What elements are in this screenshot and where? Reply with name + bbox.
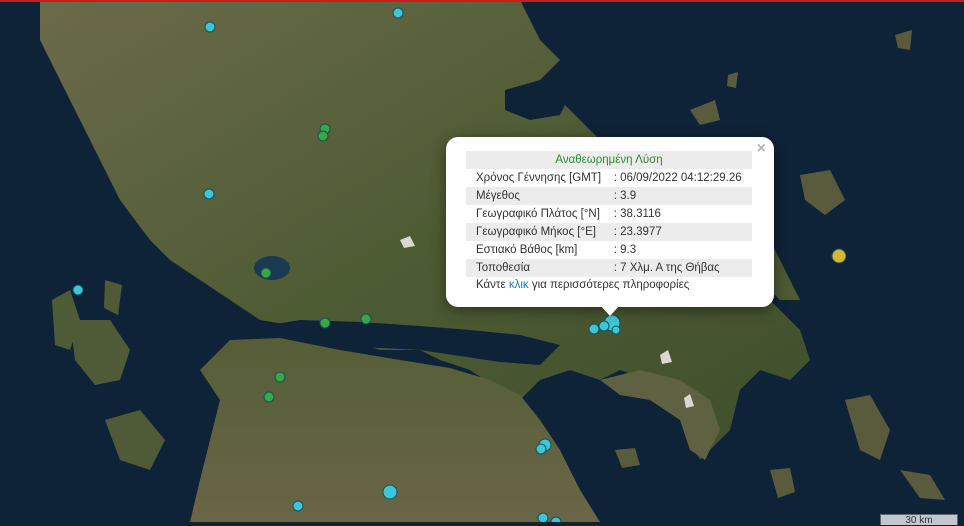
detail-label: Χρόνος Γέννησης [GMT]: [476, 172, 602, 184]
more-info-suffix: για περισσότερες πληροφορίες: [531, 279, 690, 291]
quake-marker[interactable]: [292, 500, 304, 512]
detail-row-location: Τοποθεσία : 7 Χλμ. Α της Θήβας: [466, 259, 752, 277]
quake-marker[interactable]: [831, 248, 847, 264]
more-info-prefix: Κάντε: [476, 279, 506, 291]
detail-row-depth: Εστιακό Βάθος [km] : 9.3: [466, 241, 752, 259]
detail-label: Μέγεθος: [466, 187, 612, 205]
detail-label: Τοποθεσία: [466, 259, 612, 277]
detail-label: Γεωγραφικό Πλάτος [°N]: [476, 208, 600, 220]
quake-marker[interactable]: [204, 21, 216, 33]
detail-value: : 3.9: [611, 187, 752, 205]
quake-marker[interactable]: [535, 443, 547, 455]
quake-marker[interactable]: [588, 323, 600, 335]
detail-value: : 06/09/2022 04:12:29.26: [613, 172, 742, 184]
quake-marker[interactable]: [260, 267, 272, 279]
detail-label: Γεωγραφικό Μήκος [°E]: [466, 223, 612, 241]
quake-marker[interactable]: [72, 284, 84, 296]
quake-marker[interactable]: [263, 391, 275, 403]
close-icon[interactable]: ×: [757, 141, 766, 157]
earthquake-popup: × Αναθεωρημένη Λύση Χρόνος Γέννησης [GMT…: [446, 137, 774, 307]
more-info-link[interactable]: κλικ: [509, 279, 529, 291]
detail-value: : 38.3116: [613, 208, 661, 220]
quake-marker[interactable]: [392, 7, 404, 19]
quake-marker[interactable]: [611, 325, 621, 335]
quake-marker[interactable]: [360, 313, 372, 325]
quake-marker[interactable]: [319, 317, 331, 329]
detail-label: Εστιακό Βάθος [km]: [476, 244, 578, 256]
detail-row-magnitude: Μέγεθος : 3.9: [466, 187, 752, 205]
quake-marker[interactable]: [274, 371, 286, 383]
detail-value: : 9.3: [613, 244, 637, 256]
detail-value: : 23.3977: [611, 223, 752, 241]
quake-marker[interactable]: [598, 320, 610, 332]
detail-row-longitude: Γεωγραφικό Μήκος [°E] : 23.3977: [466, 223, 752, 241]
quake-marker[interactable]: [382, 484, 398, 500]
popup-title: Αναθεωρημένη Λύση: [466, 151, 752, 169]
quake-marker[interactable]: [203, 188, 215, 200]
detail-row-time: Χρόνος Γέννησης [GMT] : 06/09/2022 04:12…: [466, 169, 752, 187]
top-accent-line: [0, 0, 964, 2]
popup-tip: [600, 305, 620, 316]
lake: [254, 256, 290, 280]
more-info-line: Κάντε κλικ για περισσότερες πληροφορίες: [476, 279, 689, 291]
earthquake-details-table: Αναθεωρημένη Λύση Χρόνος Γέννησης [GMT] …: [466, 151, 752, 277]
scale-bar: 30 km: [880, 514, 958, 526]
detail-value: : 7 Χλμ. Α της Θήβας: [611, 259, 752, 277]
quake-marker[interactable]: [317, 130, 329, 142]
quake-marker[interactable]: [537, 512, 549, 522]
detail-row-latitude: Γεωγραφικό Πλάτος [°N] : 38.3116: [466, 205, 752, 223]
